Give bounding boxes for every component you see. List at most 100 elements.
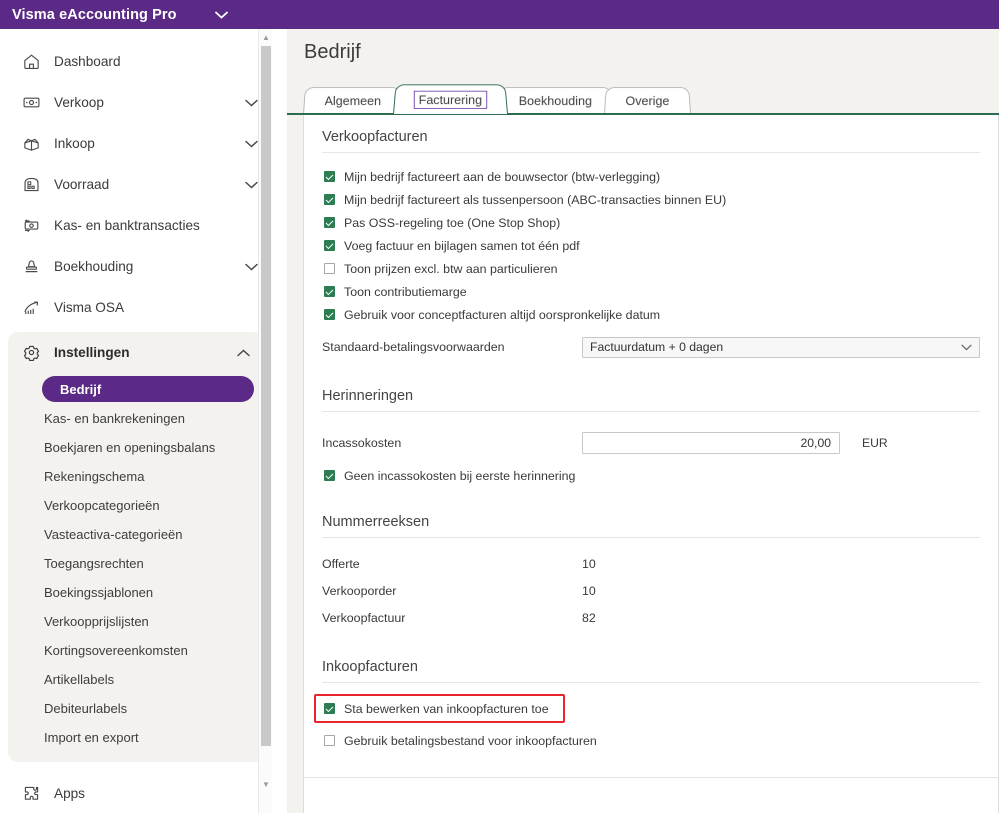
checkbox-icon[interactable] [324, 240, 335, 251]
numberseries-row-offerte[interactable]: Offerte 10 [322, 550, 980, 577]
tab-label: Overige [626, 94, 670, 108]
verkoopfacturen-option-list: Mijn bedrijf factureert aan de bouwsecto… [322, 165, 980, 326]
numberseries-value: 10 [582, 584, 596, 598]
sidebar-item-label: Voorraad [54, 177, 109, 192]
option-betalingsbestand-inkoopfacturen[interactable]: Gebruik betalingsbestand voor inkoopfact… [322, 729, 980, 752]
option-sta-bewerken-inkoopfacturen[interactable]: Sta bewerken van inkoopfacturen toe [322, 700, 549, 717]
section-inkoopfacturen: Inkoopfacturen Sta bewerken van inkoopfa… [322, 659, 980, 761]
sidebar-subitem-label: Bedrijf [60, 382, 101, 397]
checkbox-icon[interactable] [324, 470, 335, 481]
herinneringen-option-list: Geen incassokosten bij eerste herinnerin… [322, 464, 980, 487]
tab-algemeen[interactable]: Algemeen [303, 87, 403, 114]
sidebar-subitem-label: Import en export [44, 730, 139, 745]
chevron-down-icon[interactable] [245, 181, 258, 189]
option-factuur-bijlagen-pdf[interactable]: Voeg factuur en bijlagen samen tot één p… [322, 234, 980, 257]
sidebar-item-toegangsrechten[interactable]: Toegangsrechten [18, 549, 254, 578]
payment-terms-select[interactable]: Factuurdatum + 0 dagen [582, 337, 980, 358]
sidebar-item-rekeningschema[interactable]: Rekeningschema [18, 462, 254, 491]
sidebar-item-import-en-export[interactable]: Import en export [18, 723, 254, 752]
tab-label: Algemeen [325, 94, 381, 108]
sidebar-item-label: Inkoop [54, 136, 95, 151]
option-conceptfacturen-oorspronkelijke-datum[interactable]: Gebruik voor conceptfacturen altijd oors… [322, 303, 980, 326]
checkbox-icon[interactable] [324, 263, 335, 274]
sidebar-item-kortingsovereenkomsten[interactable]: Kortingsovereenkomsten [18, 636, 254, 665]
sidebar-group-label: Instellingen [54, 345, 130, 360]
sidebar-item-visma-osa[interactable]: Visma OSA [0, 287, 272, 328]
option-label: Toon debet en credit op inkoopfacturen [344, 760, 558, 762]
sidebar-item-debiteurlabels[interactable]: Debiteurlabels [18, 694, 254, 723]
chevron-down-icon[interactable] [245, 140, 258, 148]
sidebar-item-voorraad[interactable]: Voorraad [0, 164, 272, 205]
option-label: Geen incassokosten bij eerste herinnerin… [344, 469, 575, 483]
sidebar-scrollbar[interactable]: ▲ ▼ [258, 29, 272, 813]
chevron-down-icon[interactable] [215, 11, 228, 19]
numberseries-value: 10 [582, 557, 596, 571]
home-icon [20, 51, 42, 73]
sidebar-subitem-label: Kas- en bankrekeningen [44, 411, 185, 426]
sidebar-item-apps[interactable]: Apps [0, 773, 272, 813]
checkbox-icon[interactable] [324, 194, 335, 205]
sidebar-subitem-label: Boekjaren en openingsbalans [44, 440, 215, 455]
sidebar-item-instellingen[interactable]: Instellingen [8, 332, 264, 373]
option-label: Mijn bedrijf factureert aan de bouwsecto… [344, 170, 660, 184]
checkbox-icon[interactable] [324, 217, 335, 228]
sidebar-subitem-label: Verkoopprijslijsten [44, 614, 149, 629]
scroll-down-icon[interactable]: ▼ [259, 778, 272, 791]
main-content: Bedrijf Algemeen Facturering Boekhouding… [287, 29, 999, 813]
growth-chart-icon [20, 297, 42, 319]
sidebar-scrollbar-thumb[interactable] [261, 46, 271, 746]
tab-bar: Algemeen Facturering Boekhouding Overige [303, 82, 681, 114]
option-prijzen-excl-btw[interactable]: Toon prijzen excl. btw aan particulieren [322, 257, 980, 280]
sidebar-subitem-label: Artikellabels [44, 672, 114, 687]
chevron-down-icon[interactable] [245, 99, 258, 107]
option-label: Toon contributiemarge [344, 285, 467, 299]
option-label: Pas OSS-regeling toe (One Stop Shop) [344, 216, 560, 230]
sidebar-item-inkoop[interactable]: Inkoop [0, 123, 272, 164]
sidebar-item-boekjaren-en-openingsbalans[interactable]: Boekjaren en openingsbalans [18, 433, 254, 462]
field-incassokosten: Incassokosten 20,00 EUR [322, 428, 980, 458]
sidebar-item-dashboard[interactable]: Dashboard [0, 41, 272, 82]
chevron-down-icon[interactable] [961, 344, 972, 351]
checkbox-icon[interactable] [324, 309, 335, 320]
option-oss-regeling[interactable]: Pas OSS-regeling toe (One Stop Shop) [322, 211, 980, 234]
puzzle-piece-icon [20, 783, 42, 805]
sidebar-item-kas-en-banktransacties[interactable]: Kas- en banktransacties [0, 205, 272, 246]
option-debet-credit-inkoopfacturen[interactable]: Toon debet en credit op inkoopfacturen [322, 755, 980, 761]
open-box-icon [20, 133, 42, 155]
sidebar-item-kas-en-bankrekeningen[interactable]: Kas- en bankrekeningen [18, 404, 254, 433]
sidebar-subitem-label: Verkoopcategorieën [44, 498, 160, 513]
checkbox-icon[interactable] [324, 735, 335, 746]
sidebar-item-boekingssjablonen[interactable]: Boekingssjablonen [18, 578, 254, 607]
tab-boekhouding[interactable]: Boekhouding [497, 87, 614, 114]
sidebar-item-verkoopprijslijsten[interactable]: Verkoopprijslijsten [18, 607, 254, 636]
option-contributiemarge[interactable]: Toon contributiemarge [322, 280, 980, 303]
nummerreeksen-list: Offerte 10 Verkooporder 10 Verkoopfactuu… [322, 550, 980, 631]
chevron-up-icon[interactable] [237, 349, 250, 357]
tab-overige[interactable]: Overige [604, 87, 691, 114]
sidebar-submenu-instellingen: Bedrijf Kas- en bankrekeningen Boekjaren… [8, 373, 264, 752]
sidebar-item-artikellabels[interactable]: Artikellabels [18, 665, 254, 694]
checkbox-icon[interactable] [324, 171, 335, 182]
sidebar-nav: Dashboard Verkoop Inkoop [0, 29, 272, 813]
sidebar-item-label: Verkoop [54, 95, 104, 110]
sidebar-item-boekhouding[interactable]: Boekhouding [0, 246, 272, 287]
sidebar-item-verkoopcategorieen[interactable]: Verkoopcategorieën [18, 491, 254, 520]
checkbox-icon[interactable] [324, 703, 335, 714]
sidebar-item-verkoop[interactable]: Verkoop [0, 82, 272, 123]
sidebar-subitem-label: Rekeningschema [44, 469, 144, 484]
tab-facturering[interactable]: Facturering [393, 84, 508, 114]
highlight-annotation-box: Sta bewerken van inkoopfacturen toe [314, 694, 565, 723]
sidebar-item-bedrijf[interactable]: Bedrijf [42, 376, 254, 402]
option-label: Mijn bedrijf factureert als tussenpersoo… [344, 193, 726, 207]
scroll-up-icon[interactable]: ▲ [259, 31, 272, 44]
option-bouwsector-btw-verlegging[interactable]: Mijn bedrijf factureert aan de bouwsecto… [322, 165, 980, 188]
checkbox-icon[interactable] [324, 286, 335, 297]
numberseries-name: Offerte [322, 557, 582, 571]
option-geen-incassokosten-eerste-herinnering[interactable]: Geen incassokosten bij eerste herinnerin… [322, 464, 980, 487]
sidebar-item-vasteactiva-categorieen[interactable]: Vasteactiva-categorieën [18, 520, 254, 549]
numberseries-row-verkooporder[interactable]: Verkooporder 10 [322, 577, 980, 604]
numberseries-row-verkoopfactuur[interactable]: Verkoopfactuur 82 [322, 604, 980, 631]
option-tussenpersoon-abc[interactable]: Mijn bedrijf factureert als tussenpersoo… [322, 188, 980, 211]
chevron-down-icon[interactable] [245, 263, 258, 271]
incassokosten-input[interactable]: 20,00 [582, 432, 840, 454]
